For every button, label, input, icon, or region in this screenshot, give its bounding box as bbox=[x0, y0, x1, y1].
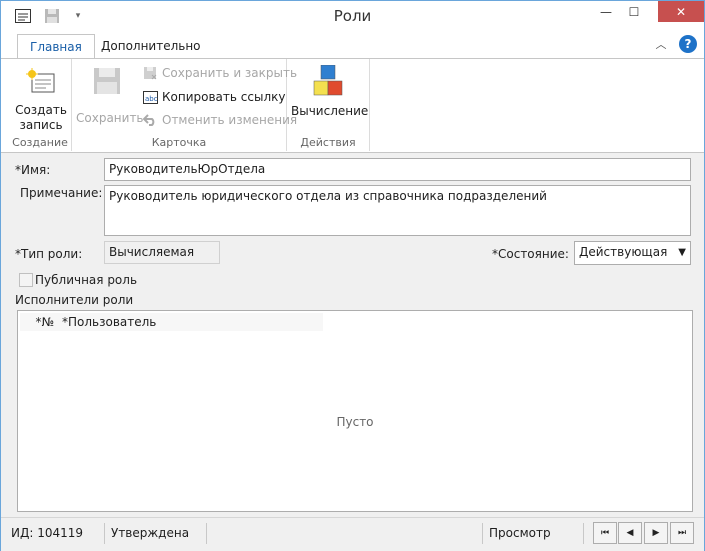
state-select[interactable]: Действующая ▼ bbox=[574, 241, 691, 265]
column-header-user[interactable]: *Пользователь bbox=[58, 313, 323, 331]
close-button[interactable]: ✕ bbox=[658, 1, 704, 22]
copy-link-button[interactable]: abc Копировать ссылку bbox=[142, 87, 285, 107]
previous-record-icon[interactable]: ◀ bbox=[618, 522, 642, 544]
record-id: ИД: 104119 bbox=[7, 523, 105, 544]
next-record-icon[interactable]: ▶ bbox=[644, 522, 668, 544]
view-mode: Просмотр bbox=[485, 523, 584, 544]
app-menu-icon[interactable] bbox=[14, 7, 32, 25]
ribbon-tab-bar: Главная Дополнительно ︿ ? bbox=[1, 32, 704, 59]
copy-link-label: Копировать ссылку bbox=[162, 90, 286, 104]
ribbon-group-card: Сохранить Сохранить и закрыть abc Копиро… bbox=[72, 59, 297, 151]
empty-table-text: Пусто bbox=[336, 415, 374, 429]
name-field[interactable]: РуководительЮрОтдела bbox=[104, 158, 691, 181]
copy-link-icon: abc bbox=[142, 89, 158, 105]
role-type-field: Вычисляемая bbox=[104, 241, 220, 264]
undo-changes-button[interactable]: Отменить изменения bbox=[142, 110, 297, 130]
chevron-down-icon: ▼ bbox=[678, 247, 686, 258]
quick-save-icon[interactable] bbox=[43, 7, 61, 25]
compute-icon bbox=[291, 64, 365, 98]
status-spacer bbox=[209, 523, 483, 544]
save-and-close-label: Сохранить и закрыть bbox=[162, 66, 298, 80]
undo-changes-label: Отменить изменения bbox=[162, 113, 298, 127]
note-field[interactable]: Руководитель юридического отдела из спра… bbox=[104, 185, 691, 236]
state-label: *Состояние: bbox=[492, 247, 569, 261]
column-header-number[interactable]: *№ bbox=[20, 313, 58, 331]
new-record-icon bbox=[13, 65, 69, 97]
note-label: Примечание: bbox=[20, 186, 103, 200]
save-button[interactable]: Сохранить bbox=[76, 65, 144, 126]
name-label: *Имя: bbox=[15, 163, 51, 177]
performers-title: Исполнители роли bbox=[15, 293, 134, 307]
last-record-icon[interactable]: ⏭ bbox=[670, 522, 694, 544]
group-label-create: Создание bbox=[12, 136, 68, 149]
group-label-actions: Действия bbox=[300, 136, 356, 149]
ribbon-group-actions: Вычисление Действия bbox=[287, 59, 370, 151]
status-bar: ИД: 104119 Утверждена Просмотр ⏮ ◀ ▶ ⏭ bbox=[1, 517, 704, 551]
customize-quick-access-icon[interactable]: ▾ bbox=[69, 7, 87, 25]
minimize-button[interactable]: — bbox=[593, 1, 619, 22]
public-role-label: Публичная роль bbox=[35, 273, 138, 287]
tab-main[interactable]: Главная bbox=[17, 34, 95, 59]
create-label-line2: запись bbox=[19, 118, 63, 132]
title-bar: ▾ Роли — ☐ ✕ bbox=[1, 1, 704, 32]
ribbon-group-create: Создать запись Создание bbox=[9, 59, 72, 151]
performers-table[interactable]: *№ *Пользователь Пусто bbox=[17, 310, 693, 512]
ribbon: Создать запись Создание Сохранить Сохран… bbox=[1, 58, 704, 153]
ribbon-controls: ︿ ? bbox=[653, 35, 697, 53]
first-record-icon[interactable]: ⏮ bbox=[593, 522, 617, 544]
record-status: Утверждена bbox=[107, 523, 207, 544]
svg-text:abc: abc bbox=[145, 95, 158, 103]
maximize-button[interactable]: ☐ bbox=[621, 1, 647, 22]
create-record-button[interactable]: Создать запись bbox=[13, 65, 69, 133]
roles-window: ▾ Роли — ☐ ✕ Главная Дополнительно ︿ ? С… bbox=[0, 0, 705, 551]
help-icon[interactable]: ? bbox=[679, 35, 697, 53]
compute-label: Вычисление bbox=[291, 104, 369, 118]
public-role-checkbox[interactable] bbox=[19, 273, 33, 287]
undo-icon bbox=[142, 112, 158, 128]
tab-additional[interactable]: Дополнительно bbox=[89, 34, 213, 58]
collapse-ribbon-icon[interactable]: ︿ bbox=[653, 36, 669, 52]
save-close-icon bbox=[142, 65, 158, 81]
role-type-label: *Тип роли: bbox=[15, 247, 83, 261]
group-label-card: Карточка bbox=[151, 136, 207, 149]
save-and-close-button[interactable]: Сохранить и закрыть bbox=[142, 63, 297, 83]
save-label: Сохранить bbox=[76, 111, 144, 125]
create-label-line1: Создать bbox=[15, 103, 67, 117]
state-select-value: Действующая bbox=[579, 245, 668, 259]
compute-button[interactable]: Вычисление bbox=[291, 64, 369, 119]
save-icon bbox=[76, 65, 138, 97]
